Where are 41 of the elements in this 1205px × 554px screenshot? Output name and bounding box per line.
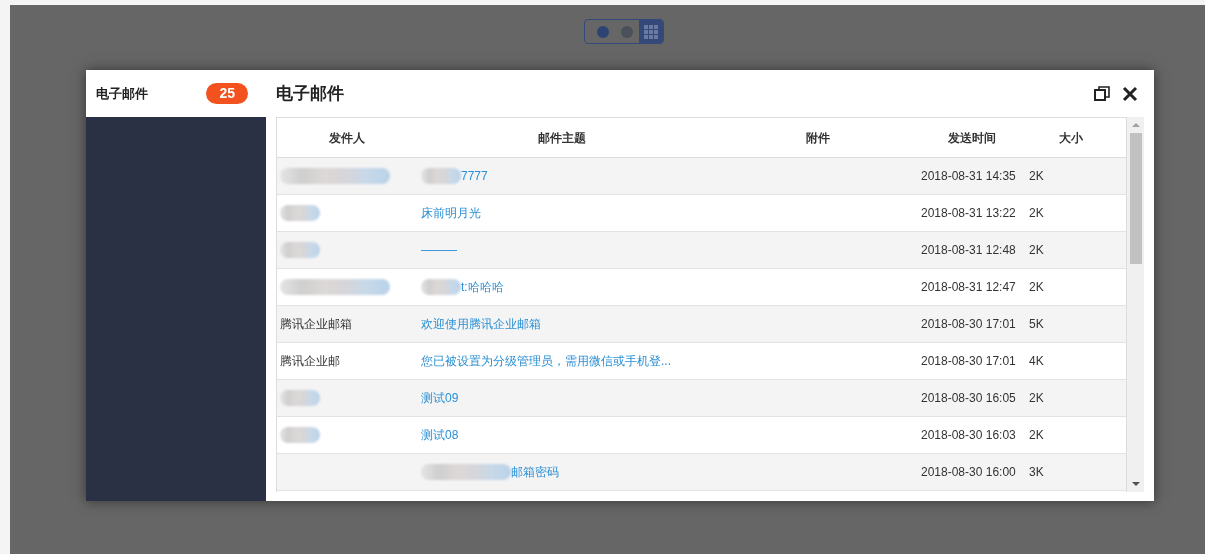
subject-link[interactable]: 测试08 [421, 426, 459, 444]
size-text: 2K [1029, 390, 1044, 407]
column-header: 邮件主题 [537, 129, 587, 147]
sent-time: 2018-08-30 16:03 [921, 427, 1017, 444]
subject-link[interactable]: t:哈哈哈 [461, 278, 504, 296]
size-text: 5K [1029, 316, 1044, 333]
size-text: 2K [1029, 168, 1044, 185]
count-badge: 25 [206, 83, 248, 104]
email-row[interactable]: 腾讯企业邮箱 欢迎使用腾讯企业邮箱 2018-08-30 17:01 5K [277, 306, 1126, 343]
email-row[interactable]: ——— 2018-08-31 12:48 2K [277, 232, 1126, 269]
sender-text: 腾讯企业邮 [280, 353, 340, 370]
size-text: 2K [1029, 427, 1044, 444]
column-header: 发件人 [328, 129, 366, 147]
close-icon[interactable] [1122, 85, 1138, 102]
grid-view-icon[interactable] [638, 20, 663, 43]
sender-text: 腾讯企业邮箱 [280, 316, 352, 333]
sent-time: 2018-08-30 16:00 [921, 464, 1017, 481]
restore-icon[interactable] [1094, 85, 1110, 102]
sent-time: 2018-08-30 16:05 [921, 390, 1017, 407]
size-text: 4K [1029, 353, 1044, 370]
column-header: 大小 [1057, 129, 1084, 147]
scrollbar[interactable] [1127, 117, 1144, 492]
email-row[interactable]: 测试09 2018-08-30 16:05 2K [277, 380, 1126, 417]
sent-time: 2018-08-31 13:22 [921, 205, 1017, 222]
size-text: 2K [1029, 279, 1044, 296]
dialog-title: 电子邮件 [276, 82, 344, 105]
column-header: 附件 [805, 129, 831, 147]
sent-time: 2018-08-30 17:01 [921, 316, 1017, 333]
subject-link[interactable]: 床前明月光 [421, 204, 481, 222]
sent-time: 2018-08-30 17:01 [921, 353, 1017, 370]
size-text: 2K [1029, 205, 1044, 222]
column-header: 发送时间 [947, 129, 997, 147]
size-text: 2K [1029, 242, 1044, 259]
email-row[interactable]: 邮箱密码 2018-08-30 16:00 3K [277, 454, 1126, 491]
sent-time: 2018-08-31 14:35 [921, 168, 1017, 185]
sent-time: 2018-08-31 12:48 [921, 242, 1017, 259]
subject-link[interactable]: 您已被设置为分级管理员，需用微信或手机登... [421, 352, 671, 370]
email-row[interactable]: 7777 2018-08-31 14:35 2K [277, 158, 1126, 195]
sent-time: 2018-08-31 12:47 [921, 279, 1017, 296]
sidebar-title: 电子邮件 [96, 84, 148, 103]
size-text: 3K [1029, 464, 1044, 481]
